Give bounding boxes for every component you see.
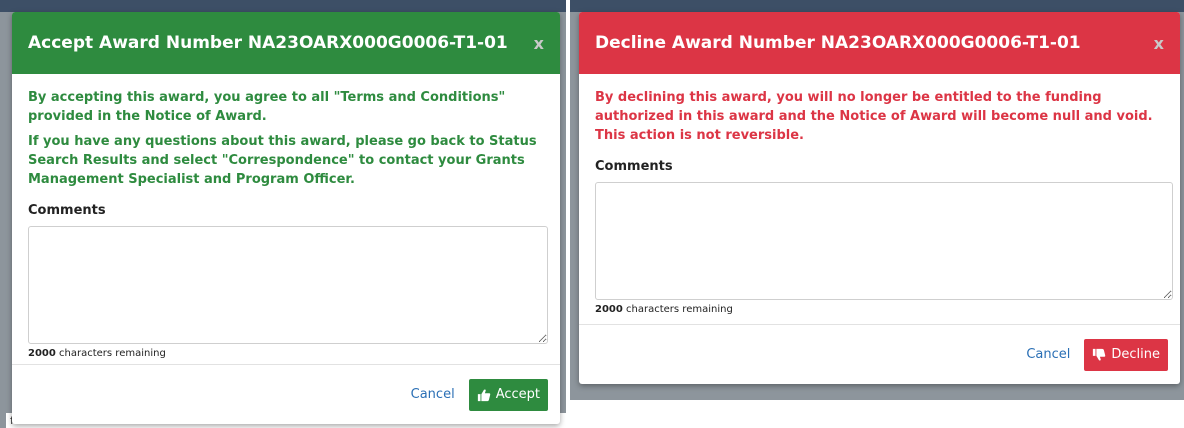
accept-modal-title: Accept Award Number NA23OARX000G0006-T1-… (28, 33, 508, 53)
accept-button-label: Accept (495, 387, 540, 402)
decline-warning-message: By declining this award, you will no lon… (595, 90, 1153, 143)
close-icon[interactable]: x (1154, 34, 1164, 53)
accept-modal-body: By accepting this award, you agree to al… (12, 74, 560, 359)
comments-textarea[interactable] (595, 182, 1173, 300)
thumbs-up-icon (477, 388, 490, 401)
background-header-strip (570, 0, 1184, 12)
background-header-strip (0, 0, 566, 12)
decline-modal-footer: Cancel Decline (579, 324, 1180, 384)
chars-remaining: 2000 characters remaining (28, 348, 544, 359)
accept-award-modal: Accept Award Number NA23OARX000G0006-T1-… (12, 12, 560, 424)
cancel-button[interactable]: Cancel (1026, 347, 1070, 362)
accept-questions-message: If you have any questions about this awa… (28, 134, 537, 187)
chars-remaining-count: 2000 (595, 304, 623, 315)
chars-remaining-text: characters remaining (622, 304, 733, 315)
accept-button[interactable]: Accept (468, 378, 548, 411)
chars-remaining: 2000 characters remaining (595, 304, 1164, 315)
comments-label: Comments (28, 203, 106, 218)
comments-label: Comments (595, 159, 673, 174)
decline-award-modal: Decline Award Number NA23OARX000G0006-T1… (579, 12, 1180, 384)
decline-button-label: Decline (1111, 347, 1160, 362)
thumbs-down-icon (1093, 348, 1106, 361)
cancel-button[interactable]: Cancel (411, 387, 455, 402)
decline-button[interactable]: Decline (1084, 338, 1168, 371)
accept-modal-header: Accept Award Number NA23OARX000G0006-T1-… (12, 12, 560, 74)
accept-modal-footer: Cancel Accept (12, 364, 560, 424)
comments-textarea[interactable] (28, 226, 548, 344)
decline-modal-body: By declining this award, you will no lon… (579, 74, 1180, 315)
accept-terms-message: By accepting this award, you agree to al… (28, 90, 506, 124)
decline-panel: Decline Award Number NA23OARX000G0006-T1… (570, 0, 1184, 400)
chars-remaining-text: characters remaining (55, 348, 166, 359)
close-icon[interactable]: x (534, 34, 544, 53)
decline-modal-title: Decline Award Number NA23OARX000G0006-T1… (595, 33, 1081, 53)
chars-remaining-count: 2000 (28, 348, 56, 359)
accept-panel: for non-research - FNOIDOC000101 2022-20… (0, 0, 566, 428)
decline-modal-header: Decline Award Number NA23OARX000G0006-T1… (579, 12, 1180, 74)
